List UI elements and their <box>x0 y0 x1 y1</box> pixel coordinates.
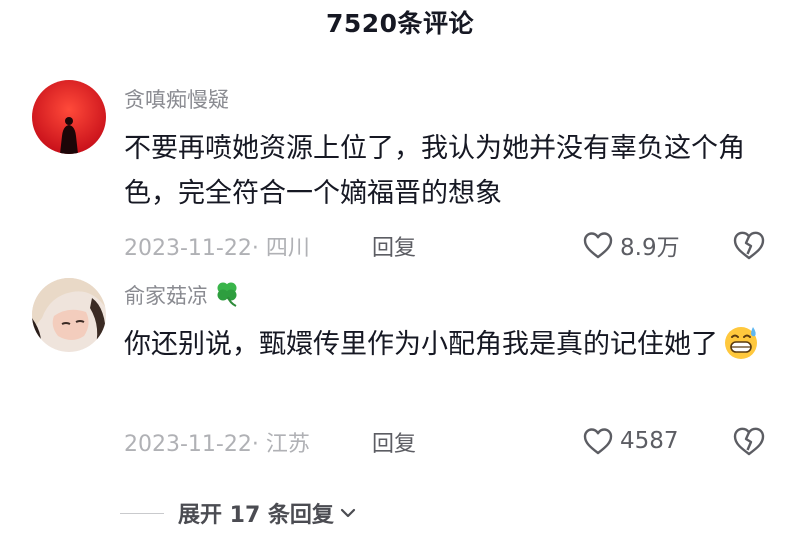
date-location: 2023-11-22· 江苏 <box>124 432 310 457</box>
comment-text: 不要再喷她资源上位了，我认为她并没有辜负这个角色，完全符合一个嫡福晋的想象 <box>124 133 745 209</box>
comment-count-title: 7520条评论 <box>325 9 475 38</box>
like-count: 4587 <box>620 428 679 454</box>
heart-icon <box>583 232 613 259</box>
divider <box>120 512 164 514</box>
comment-text: 你还别说，甄嬛传里作为小配角我是真的记住她了 <box>124 322 764 367</box>
comment-text-body: 你还别说，甄嬛传里作为小配角我是真的记住她了 <box>124 329 718 360</box>
avatar[interactable] <box>32 278 106 352</box>
comment-meta: 2023-11-22· 江苏 回复 4587 <box>124 422 800 462</box>
username-text[interactable]: 俞家菇凉 <box>124 284 208 308</box>
date-location: 2023-11-22· 四川 <box>124 236 310 261</box>
like-count: 8.9万 <box>620 235 680 261</box>
dislike-button[interactable] <box>732 228 766 262</box>
like-button[interactable]: 8.9万 <box>582 228 680 262</box>
comments-header: 7520条评论 <box>0 0 800 40</box>
username-text[interactable]: 贪嗔痴慢疑 <box>124 88 229 112</box>
grinning-sweat-emoji <box>725 326 757 359</box>
comment-meta: 2023-11-22· 四川 回复 8.9万 <box>124 226 800 266</box>
chevron-down-icon <box>340 508 356 518</box>
broken-heart-icon <box>733 427 765 456</box>
expand-replies-label[interactable]: 展开 17 条回复 <box>178 497 334 529</box>
reply-button[interactable]: 回复 <box>372 230 416 262</box>
dislike-button[interactable] <box>732 424 766 458</box>
expand-replies-button[interactable]: 展开 17 条回复 <box>120 496 358 530</box>
heart-icon <box>583 428 613 455</box>
like-button[interactable]: 4587 <box>582 424 679 458</box>
reply-button[interactable]: 回复 <box>372 426 416 458</box>
username[interactable]: 贪嗔痴慢疑 <box>124 84 229 114</box>
broken-heart-icon <box>733 231 765 260</box>
four-leaf-clover-icon <box>217 282 237 307</box>
avatar[interactable] <box>32 80 106 154</box>
username[interactable]: 俞家菇凉 <box>124 280 242 310</box>
